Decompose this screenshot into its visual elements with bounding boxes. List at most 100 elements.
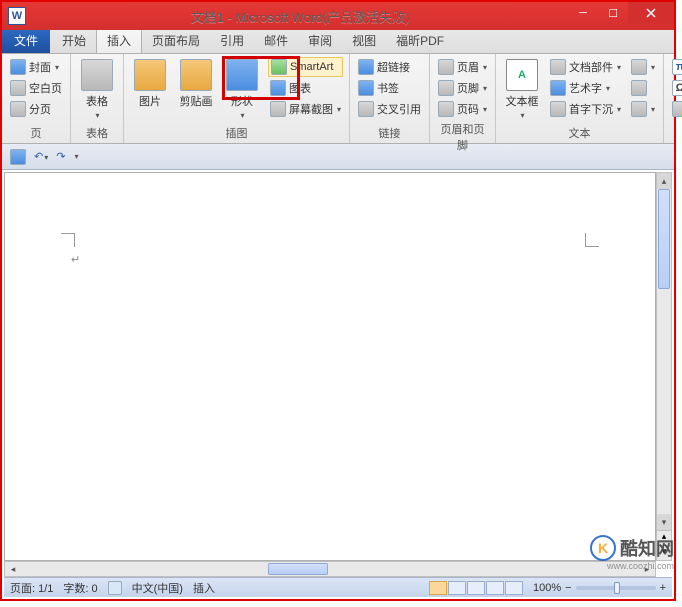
- wordart-button[interactable]: 艺术字▾: [548, 78, 623, 98]
- chart-icon: [270, 80, 286, 96]
- titlebar: W 文档1 - Microsoft Word(产品激活失败) ─ ☐: [2, 2, 674, 30]
- group-symbols-label: 符号: [670, 123, 682, 143]
- quickparts-icon: [550, 59, 566, 75]
- header-button[interactable]: 页眉▾: [436, 57, 489, 77]
- pagenum-button[interactable]: 页码▾: [436, 99, 489, 119]
- minimize-button[interactable]: ─: [568, 2, 598, 24]
- view-outline[interactable]: [486, 581, 504, 595]
- scroll-up-button[interactable]: ▴: [657, 173, 671, 189]
- zoom-slider-thumb[interactable]: [614, 582, 620, 594]
- clipart-button[interactable]: 剪贴画: [176, 57, 216, 123]
- watermark: K 酷知网 www.coozhi.com: [590, 535, 674, 561]
- crossref-label: 交叉引用: [377, 101, 421, 117]
- close-button[interactable]: [628, 2, 674, 24]
- screenshot-label: 屏幕截图: [289, 101, 333, 117]
- zoom-percent[interactable]: 100%: [533, 582, 561, 594]
- spellcheck-icon[interactable]: [108, 581, 122, 595]
- symbol-button[interactable]: Ω符号▾: [670, 78, 682, 98]
- zoom-out-button[interactable]: −: [565, 582, 571, 594]
- tab-home[interactable]: 开始: [52, 28, 96, 53]
- chart-button[interactable]: 图表: [268, 78, 343, 98]
- tab-references[interactable]: 引用: [210, 28, 254, 53]
- qat-customize[interactable]: ▾: [74, 152, 78, 161]
- table-button[interactable]: 表格▾: [77, 57, 117, 123]
- crossref-button[interactable]: 交叉引用: [356, 99, 423, 119]
- datetime-icon: [631, 80, 647, 96]
- tab-layout[interactable]: 页面布局: [142, 28, 210, 53]
- hyperlink-icon: [358, 59, 374, 75]
- status-language[interactable]: 中文(中国): [132, 580, 183, 596]
- redo-button[interactable]: ↷: [56, 150, 65, 163]
- number-icon: [672, 101, 682, 117]
- tab-view[interactable]: 视图: [342, 28, 386, 53]
- tab-insert[interactable]: 插入: [96, 27, 142, 53]
- group-illustrations-label: 插图: [130, 123, 343, 143]
- tab-mailings[interactable]: 邮件: [254, 28, 298, 53]
- hscroll-thumb[interactable]: [268, 563, 328, 575]
- dropcap-button[interactable]: 首字下沉▾: [548, 99, 623, 119]
- vertical-scrollbar[interactable]: ▴ ▾ ▴ ▾: [656, 172, 672, 561]
- zoom-controls: 100% − +: [533, 582, 666, 594]
- group-tables: 表格▾ 表格: [71, 54, 124, 143]
- undo-button[interactable]: ↶▾: [34, 150, 48, 163]
- tab-foxit-pdf[interactable]: 福昕PDF: [386, 28, 454, 53]
- screenshot-icon: [270, 101, 286, 117]
- group-pages-label: 页: [8, 123, 64, 143]
- view-web[interactable]: [467, 581, 485, 595]
- smartart-button[interactable]: SmartArt: [268, 57, 343, 77]
- screenshot-button[interactable]: 屏幕截图▾: [268, 99, 343, 119]
- bookmark-label: 书签: [377, 80, 399, 96]
- cover-page-button[interactable]: 封面▾: [8, 57, 64, 77]
- app-window: W 文档1 - Microsoft Word(产品激活失败) ─ ☐ 文件 开始…: [0, 0, 676, 601]
- group-symbols: π公式▾ Ω符号▾ 编号 符号: [664, 54, 682, 143]
- scroll-left-button[interactable]: ◂: [5, 564, 21, 575]
- textbox-label: 文本框: [506, 93, 539, 109]
- hyperlink-button[interactable]: 超链接: [356, 57, 423, 77]
- blank-page-label: 空白页: [29, 80, 62, 96]
- group-header-footer-label: 页眉和页脚: [436, 119, 489, 155]
- save-icon[interactable]: [10, 149, 26, 165]
- dropcap-icon: [550, 101, 566, 117]
- number-button[interactable]: 编号: [670, 99, 682, 119]
- footer-button[interactable]: 页脚▾: [436, 78, 489, 98]
- textbox-button[interactable]: A文本框▾: [502, 57, 542, 123]
- maximize-button[interactable]: ☐: [598, 2, 628, 24]
- bookmark-icon: [358, 80, 374, 96]
- footer-icon: [438, 80, 454, 96]
- vscroll-thumb[interactable]: [658, 189, 670, 289]
- picture-label: 图片: [139, 93, 161, 109]
- bookmark-button[interactable]: 书签: [356, 78, 423, 98]
- view-print-layout[interactable]: [429, 581, 447, 595]
- status-page[interactable]: 页面: 1/1: [10, 580, 53, 596]
- status-bar: 页面: 1/1 字数: 0 中文(中国) 插入 100% − +: [4, 577, 672, 597]
- tab-file[interactable]: 文件: [2, 28, 50, 53]
- page-break-button[interactable]: 分页: [8, 99, 64, 119]
- signature-button[interactable]: ▾: [629, 57, 657, 77]
- equation-icon: π: [672, 59, 682, 75]
- blank-page-button[interactable]: 空白页: [8, 78, 64, 98]
- status-words[interactable]: 字数: 0: [63, 580, 97, 596]
- tab-review[interactable]: 审阅: [298, 28, 342, 53]
- group-illustrations: 图片 剪贴画 形状▾ SmartArt 图表 屏幕截图▾ 插图: [124, 54, 350, 143]
- view-fullscreen[interactable]: [448, 581, 466, 595]
- quickparts-button[interactable]: 文档部件▾: [548, 57, 623, 77]
- picture-button[interactable]: 图片: [130, 57, 170, 123]
- document-area[interactable]: ↵: [4, 172, 656, 561]
- paragraph-mark: ↵: [71, 253, 80, 266]
- view-draft[interactable]: [505, 581, 523, 595]
- chart-label: 图表: [289, 80, 311, 96]
- zoom-in-button[interactable]: +: [660, 582, 666, 594]
- blank-page-icon: [10, 80, 26, 96]
- shapes-button[interactable]: 形状▾: [222, 57, 262, 123]
- datetime-button[interactable]: [629, 78, 657, 98]
- header-label: 页眉: [457, 59, 479, 75]
- object-button[interactable]: ▾: [629, 99, 657, 119]
- group-tables-label: 表格: [77, 123, 117, 143]
- equation-button[interactable]: π公式▾: [670, 57, 682, 77]
- status-mode[interactable]: 插入: [193, 580, 215, 596]
- group-header-footer: 页眉▾ 页脚▾ 页码▾ 页眉和页脚: [430, 54, 496, 143]
- scroll-down-button[interactable]: ▾: [657, 514, 671, 530]
- group-text-label: 文本: [502, 123, 657, 143]
- horizontal-scrollbar[interactable]: ◂ ▸: [4, 561, 656, 577]
- zoom-slider[interactable]: [576, 586, 656, 590]
